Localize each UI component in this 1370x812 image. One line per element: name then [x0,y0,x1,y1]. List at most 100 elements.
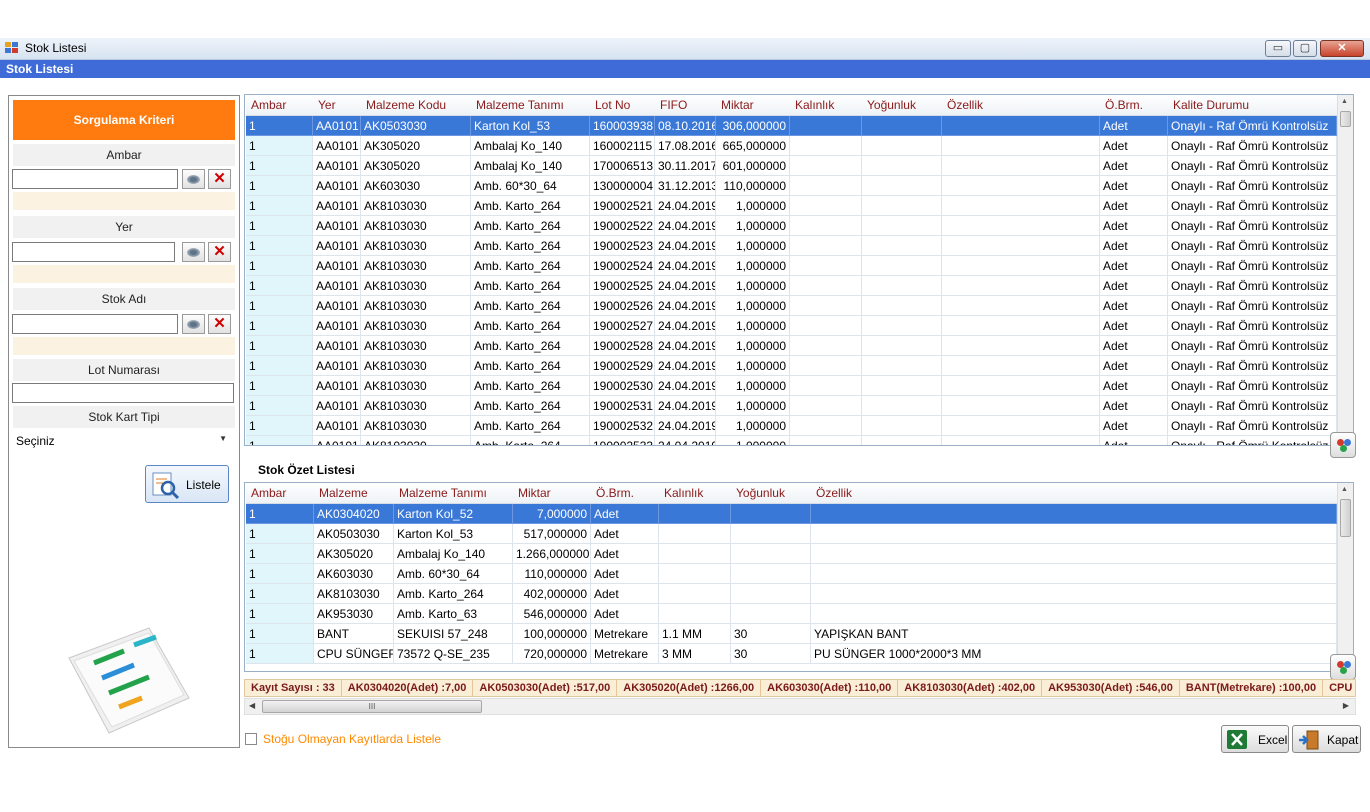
stock-grid-col-header[interactable]: Yer [313,95,361,116]
ambar-search-button[interactable] [182,169,205,189]
stock-grid-row[interactable]: 1 AA0101 AK8103030 Amb. Karto_264 190002532 2… [245,416,1337,436]
stock-grid-row[interactable]: 1 AA0101 AK8103030 Amb. Karto_264 190002525 2… [245,276,1337,296]
stock-grid-row[interactable]: 1 AA0101 AK8103030 Amb. Karto_264 190002521 2… [245,196,1337,216]
hscroll-thumb[interactable]: III [262,700,482,713]
stok-adi-input[interactable] [12,314,178,334]
summary-grid-row[interactable]: 1 AK305020 Ambalaj Ko_140 1.266,000000 Adet [245,544,1337,564]
stock-grid-row[interactable]: 1 AA0101 AK0503030 Karton Kol_53 160003938 08… [245,116,1337,136]
excel-button[interactable]: Excel [1221,725,1289,753]
summary-grid-col-header[interactable]: Kalınlık [659,483,731,504]
stock-grid-row[interactable]: 1 AA0101 AK8103030 Amb. Karto_264 190002526 2… [245,296,1337,316]
scroll-thumb[interactable] [1340,499,1351,537]
stock-grid-col-header[interactable]: Malzeme Tanımı [471,95,590,116]
summary-grid-col-header[interactable]: Malzeme [314,483,394,504]
summary-grid-col-header[interactable]: Ö.Brm. [591,483,659,504]
summary-grid-col-header[interactable]: Malzeme Tanımı [394,483,513,504]
lot-label: Lot Numarası [13,359,235,381]
stock-grid-col-header[interactable]: Kalite Durumu [1168,95,1337,116]
stock-grid-cell: 24.04.2019 [655,356,716,376]
chevron-down-icon[interactable]: ▼ [219,434,227,443]
stock-grid-col-header[interactable]: Malzeme Kodu [361,95,471,116]
summary-grid-row[interactable]: 1 AK0503030 Karton Kol_53 517,000000 Adet [245,524,1337,544]
stock-grid-col-header[interactable]: Lot No [590,95,655,116]
summary-grid-row[interactable]: 1 AK603030 Amb. 60*30_64 110,000000 Adet [245,564,1337,584]
stock-grid-col-header[interactable]: Yoğunluk [862,95,942,116]
stock-grid-col-header[interactable]: FIFO [655,95,716,116]
excel-label: Excel [1258,733,1288,747]
stock-grid-col-header[interactable]: Ö.Brm. [1100,95,1168,116]
stock-grid-cell: Adet [1100,276,1168,296]
stock-grid-row[interactable]: 1 AA0101 AK8103030 Amb. Karto_264 190002527 2… [245,316,1337,336]
grid-layout-button[interactable] [1330,432,1356,458]
stock-grid-cell: AK8103030 [361,416,471,436]
maximize-button[interactable]: ▢ [1293,40,1317,57]
stock-grid-cell: 1 [246,216,313,236]
stock-grid-cell: 190002530 [590,376,655,396]
yer-search-button[interactable] [182,242,205,262]
stock-grid-row[interactable]: 1 AA0101 AK8103030 Amb. Karto_264 190002528 2… [245,336,1337,356]
summary-grid-col-header[interactable]: Miktar [513,483,591,504]
summary-grid-col-header[interactable]: Yoğunluk [731,483,811,504]
stock-grid-cell: 190002533 [590,436,655,445]
horizontal-scrollbar[interactable]: ◀ III ▶ [244,698,1356,715]
summary-grid-row[interactable]: 1 AK953030 Amb. Karto_63 546,000000 Adet [245,604,1337,624]
stock-grid-row[interactable]: 1 AA0101 AK8103030 Amb. Karto_264 190002524 2… [245,256,1337,276]
summary-grid-row[interactable]: 1 AK8103030 Amb. Karto_264 402,000000 Adet [245,584,1337,604]
stock-grid-cell [790,376,862,396]
close-button[interactable]: ✕ [1320,40,1364,57]
stok-adi-search-button[interactable] [182,314,205,334]
scroll-up-icon[interactable]: ▲ [1341,98,1348,105]
kapat-button[interactable]: Kapat [1292,725,1361,753]
summary-grid-cell [811,584,1337,604]
summary-grid[interactable]: Ambar Malzeme Malzeme Tanımı Miktar Ö.Brm. Ka… [244,482,1354,672]
summary-grid-row[interactable]: 1 CPU SÜNGER 73572 Q-SE_235 720,000000 Metre… [245,644,1337,664]
stock-grid-col-header[interactable]: Miktar [716,95,790,116]
kart-tipi-select[interactable]: Seçiniz ▼ [12,430,229,452]
summary-grid-col-header[interactable]: Ambar [246,483,314,504]
minimize-button[interactable]: ▭ [1265,40,1291,57]
summary-grid-col-header[interactable]: Özellik [811,483,1337,504]
yer-input[interactable] [12,242,175,262]
summary-grid-row[interactable]: 1 AK0304020 Karton Kol_52 7,000000 Adet [245,504,1337,524]
scroll-thumb[interactable] [1340,111,1351,127]
ambar-clear-button[interactable]: ✕ [208,169,231,189]
listele-button[interactable]: Listele [145,465,229,503]
scroll-up-icon[interactable]: ▲ [1341,486,1348,493]
stock-grid-col-header[interactable]: Ambar [246,95,313,116]
no-stock-checkbox[interactable] [245,733,257,745]
stock-grid-row[interactable]: 1 AA0101 AK8103030 Amb. Karto_264 190002522 2… [245,216,1337,236]
summary-grid-cell: Amb. Karto_264 [394,584,513,604]
summary-grid-cell [659,504,731,524]
scroll-right-icon[interactable]: ▶ [1343,701,1349,710]
stock-grid-row[interactable]: 1 AA0101 AK305020 Ambalaj Ko_140 170006513 30… [245,156,1337,176]
stock-grid-cell: 24.04.2019 [655,256,716,276]
stock-grid-cell: Adet [1100,136,1168,156]
summary-grid-cell [731,584,811,604]
stock-grid-row[interactable]: 1 AA0101 AK8103030 Amb. Karto_264 190002529 2… [245,356,1337,376]
summary-grid-vscroll[interactable]: ▲ [1337,483,1353,671]
stock-grid-row[interactable]: 1 AA0101 AK8103030 Amb. Karto_264 190002523 2… [245,236,1337,256]
stok-adi-clear-button[interactable]: ✕ [208,314,231,334]
listele-label: Listele [186,478,221,492]
stock-grid-row[interactable]: 1 AA0101 AK8103030 Amb. Karto_264 190002533 2… [245,436,1337,445]
ambar-input[interactable] [12,169,178,189]
stock-grid-row[interactable]: 1 AA0101 AK8103030 Amb. Karto_264 190002531 2… [245,396,1337,416]
stock-grid-cell: Adet [1100,236,1168,256]
stock-grid-cell [942,436,1100,445]
summary-grid-cell: Adet [591,544,659,564]
stock-grid-col-header[interactable]: Kalınlık [790,95,862,116]
summary-total: BANT(Metrekare) :100,00 [1180,680,1324,696]
stock-grid-col-header[interactable]: Özellik [942,95,1100,116]
stock-grid-row[interactable]: 1 AA0101 AK8103030 Amb. Karto_264 190002530 2… [245,376,1337,396]
yer-clear-button[interactable]: ✕ [208,242,231,262]
lot-input[interactable] [12,383,234,403]
summary-layout-button[interactable] [1330,654,1356,680]
stock-grid-cell: AA0101 [313,296,361,316]
stock-grid[interactable]: Ambar Yer Malzeme Kodu Malzeme Tanımı Lot No… [244,94,1354,446]
stock-grid-row[interactable]: 1 AA0101 AK603030 Amb. 60*30_64 130000004 31.… [245,176,1337,196]
stock-grid-row[interactable]: 1 AA0101 AK305020 Ambalaj Ko_140 160002115 17… [245,136,1337,156]
scroll-left-icon[interactable]: ◀ [249,701,255,710]
stock-grid-vscroll[interactable]: ▲ [1337,95,1353,445]
summary-grid-row[interactable]: 1 BANT SEKUISI 57_248 100,000000 Metrekare 1.… [245,624,1337,644]
no-stock-checkbox-label[interactable]: Stoğu Olmayan Kayıtlarda Listele [263,732,441,746]
